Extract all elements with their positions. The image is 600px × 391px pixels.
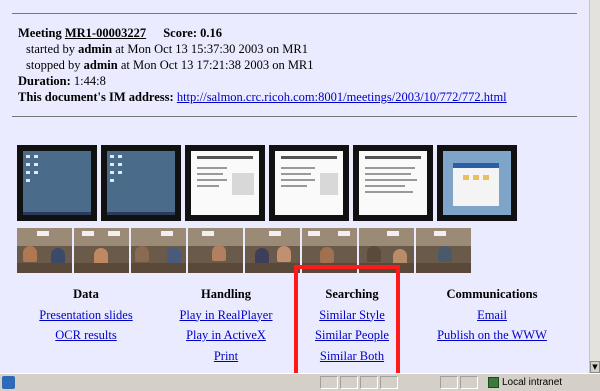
status-pane [340,376,358,389]
address-line: This document's IM address: http://salmo… [18,89,507,105]
status-pane [440,376,458,389]
stopped-detail: at Mon Oct 13 17:21:38 2003 on MR1 [120,58,314,72]
slide-thumbnail[interactable] [269,145,349,221]
play-realplayer-link[interactable]: Play in RealPlayer [156,305,296,326]
video-keyframe[interactable] [416,228,471,273]
zone-label: Local intranet [502,377,563,388]
publish-www-link[interactable]: Publish on the WWW [422,325,562,346]
communications-column: Communications Email Publish on the WWW [422,284,562,346]
handling-column: Handling Play in RealPlayer Play in Acti… [156,284,296,366]
duration-value: 1:44:8 [73,74,106,88]
meeting-label: Meeting [18,26,62,40]
score-text: Score: 0.16 [163,26,223,40]
handling-heading: Handling [200,287,252,301]
ocr-results-link[interactable]: OCR results [16,325,156,346]
status-pane [360,376,378,389]
print-link[interactable]: Print [156,346,296,367]
status-pane [320,376,338,389]
address-label: This document's IM address: [18,90,174,104]
scroll-down-arrow-icon[interactable]: ▼ [590,361,600,373]
presentation-slides-link[interactable]: Presentation slides [16,305,156,326]
video-keyframe[interactable] [188,228,243,273]
security-zone: Local intranet [488,375,562,390]
top-divider [12,13,577,14]
address-link[interactable]: http://salmon.crc.ricoh.com:8001/meeting… [177,90,507,104]
meeting-header: Meeting MR1-00003227 Score: 0.16 [18,25,507,41]
slide-thumbnail[interactable] [101,145,181,221]
slide-thumbnail[interactable] [185,145,265,221]
stopped-line: stopped by admin at Mon Oct 13 17:21:38 … [18,57,507,73]
play-activex-link[interactable]: Play in ActiveX [156,325,296,346]
stopped-user: admin [83,58,118,72]
status-pane [380,376,398,389]
video-keyframe[interactable] [245,228,300,273]
started-prefix: started by [26,42,75,56]
meeting-id-link[interactable]: MR1-00003227 [65,26,146,40]
status-pane [460,376,478,389]
mid-divider [12,116,577,117]
duration-label: Duration: [18,74,71,88]
duration-line: Duration: 1:44:8 [18,73,507,89]
video-keyframe[interactable] [131,228,186,273]
started-line: started by admin at Mon Oct 13 15:37:30 … [18,41,507,57]
slide-thumbnail[interactable] [437,145,517,221]
stopped-prefix: stopped by [26,58,81,72]
started-detail: at Mon Oct 13 15:37:30 2003 on MR1 [115,42,308,56]
started-user: admin [78,42,113,56]
intranet-icon [488,376,499,388]
vertical-scrollbar[interactable]: ▼ [589,0,600,373]
video-keyframe[interactable] [74,228,129,273]
video-keyframe[interactable] [17,228,72,273]
data-heading: Data [73,287,99,301]
slide-thumbnail[interactable] [353,145,433,221]
meeting-info: Meeting MR1-00003227 Score: 0.16 started… [18,25,507,105]
communications-heading: Communications [446,287,538,301]
status-bar: Local intranet [0,373,600,391]
searching-highlight-box [294,265,400,386]
data-column: Data Presentation slides OCR results [16,284,156,346]
email-link[interactable]: Email [422,305,562,326]
slide-thumbnail[interactable] [17,145,97,221]
page-status-icon [2,376,15,389]
